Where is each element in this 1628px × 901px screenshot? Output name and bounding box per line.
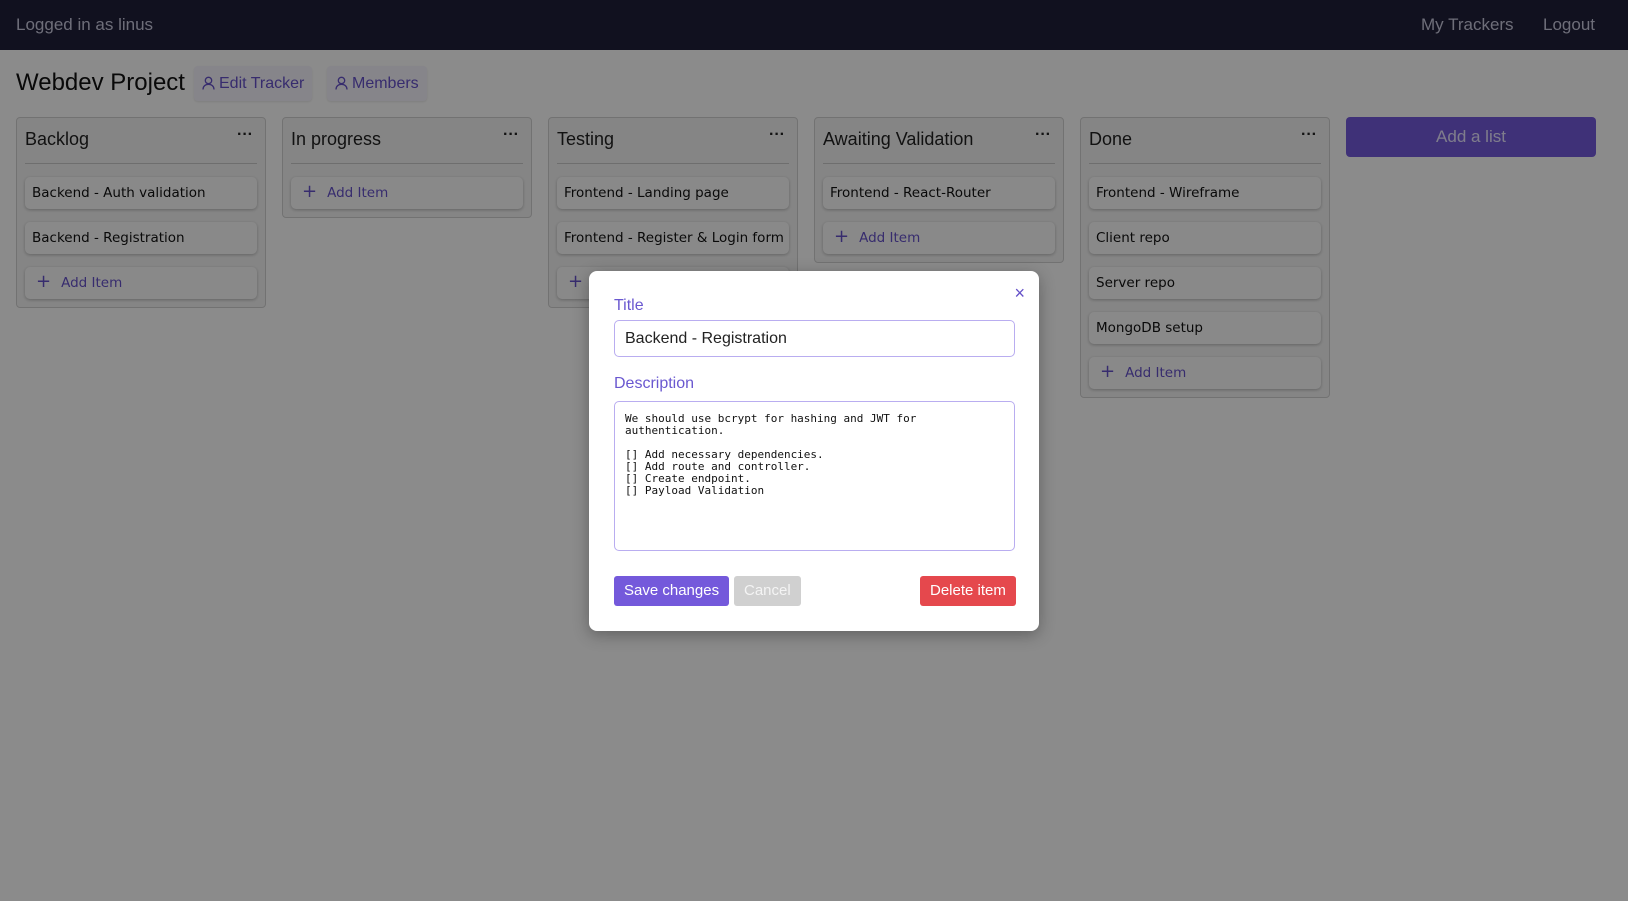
description-textarea[interactable]: We should use bcrypt for hashing and JWT… [614, 401, 1015, 551]
edit-item-modal: × Title Description We should use bcrypt… [589, 271, 1039, 631]
description-label: Description [614, 375, 695, 392]
title-input[interactable] [614, 320, 1015, 357]
close-icon[interactable]: × [1014, 283, 1025, 304]
title-label: Title [614, 297, 644, 314]
delete-item-button[interactable]: Delete item [920, 576, 1016, 606]
save-changes-button[interactable]: Save changes [614, 576, 730, 606]
cancel-button[interactable]: Cancel [734, 576, 801, 606]
